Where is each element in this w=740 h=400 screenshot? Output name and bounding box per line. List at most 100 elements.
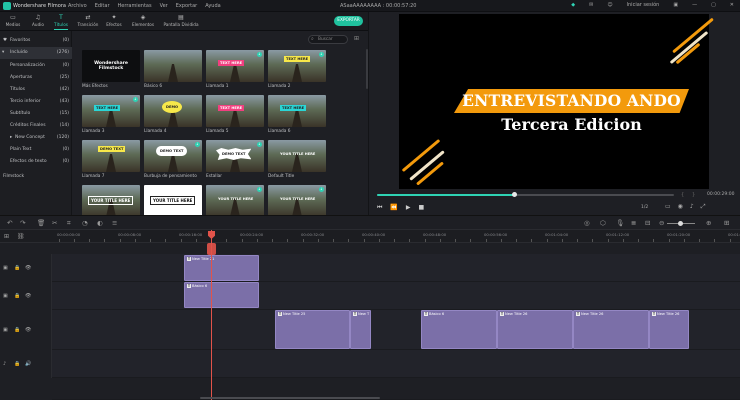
color-icon[interactable]: ◐: [97, 219, 103, 227]
render-quality[interactable]: 1/2: [641, 205, 648, 210]
mark-in-icon[interactable]: {: [681, 192, 684, 198]
timeline-clip[interactable]: T New Title 21: [184, 255, 259, 281]
title-thumb-title[interactable]: YOUR TITLE HERE ↓: [268, 185, 326, 217]
download-icon[interactable]: ↓: [319, 187, 324, 192]
timeline-scrollbar[interactable]: [200, 397, 380, 399]
play-icon[interactable]: ▶: [406, 204, 411, 212]
login-link[interactable]: Iniciar sesión: [627, 2, 660, 8]
tab-elementos[interactable]: ◈ Elementos: [130, 13, 156, 30]
audio-mixer-icon[interactable]: ≡: [112, 219, 117, 227]
step-back-icon[interactable]: ⏪: [390, 204, 397, 212]
sidebar-item-filmstock[interactable]: Filmstock: [0, 171, 72, 183]
playback-progress-bar[interactable]: [377, 192, 674, 197]
stop-icon[interactable]: ■: [419, 204, 425, 212]
undo-icon[interactable]: ↶: [7, 219, 12, 227]
title-thumb-title[interactable]: YOUR TITLE HERE ↓: [206, 185, 264, 217]
sidebar-item-tercio-inferior[interactable]: Tercio inferior (43): [0, 96, 72, 108]
download-icon[interactable]: ↓: [257, 187, 262, 192]
grid-view-icon[interactable]: ⊞: [354, 35, 359, 42]
download-icon[interactable]: ↓: [319, 52, 324, 57]
eye-icon[interactable]: 👁: [25, 265, 31, 271]
minimize-icon[interactable]: —: [692, 2, 697, 8]
close-icon[interactable]: ✕: [730, 2, 734, 8]
cut-icon[interactable]: ✂: [52, 219, 57, 227]
store-icon[interactable]: ▣: [673, 2, 678, 8]
title-thumb-mas-efectos[interactable]: Wondershare Filmstock Más Efectos: [82, 50, 140, 89]
notification-icon[interactable]: ✉: [589, 2, 593, 8]
sidebar-item-titulos[interactable]: Títulos (42): [0, 84, 72, 96]
progress-handle[interactable]: [511, 192, 517, 197]
title-thumb-title[interactable]: YOUR TITLE HERE: [82, 185, 140, 217]
menu-ayuda[interactable]: Ayuda: [205, 3, 220, 9]
voiceover-icon[interactable]: ≣: [631, 219, 636, 227]
sidebar-item-efectos-de-texto[interactable]: Efectos de texto (0): [0, 156, 72, 168]
filmora-icon[interactable]: ◆: [571, 2, 575, 8]
add-track-icon[interactable]: ⊞: [4, 233, 9, 240]
title-thumb-llamada-6[interactable]: TEXT HERE Llamada 6: [268, 95, 326, 134]
menu-editar[interactable]: Editar: [95, 3, 110, 9]
previous-frame-icon[interactable]: ⏮: [377, 204, 382, 212]
microphone-icon[interactable]: 🎙: [616, 219, 624, 227]
marker-icon[interactable]: ⬡: [600, 219, 606, 227]
sidebar-item-creditos-finales[interactable]: Créditos Finales (14): [0, 120, 72, 132]
sidebar-item-aperturas[interactable]: Aperturas (25): [0, 72, 72, 84]
sidebar-item-plain-text[interactable]: Plain Text (0): [0, 144, 72, 156]
timeline-clip[interactable]: T Básico 6: [421, 310, 497, 349]
snap-icon[interactable]: ⊟: [645, 219, 650, 227]
title-thumb-estallar[interactable]: DEMO TEXT ↓ Estallar: [206, 140, 264, 179]
title-line-1[interactable]: ENTREVISTANDO ANDO: [454, 91, 689, 110]
menu-herramientas[interactable]: Herramientas: [118, 3, 152, 9]
timeline-clip[interactable]: T New Title 26: [573, 310, 649, 349]
sidebar-item-personalizacion[interactable]: Personalización (0): [0, 60, 72, 72]
mark-out-icon[interactable]: }: [692, 192, 695, 198]
tab-medios[interactable]: ▭ Medios: [3, 13, 23, 30]
title-thumb-llamada-5[interactable]: TEXT HERE Llamada 5: [206, 95, 264, 134]
download-icon[interactable]: ↓: [257, 142, 262, 147]
lock-icon[interactable]: 🔒: [14, 361, 20, 367]
zoom-in-icon[interactable]: ⊕: [706, 219, 711, 227]
timeline-ruler[interactable]: ⊞ ⛓ 00:00:00:00 00:00:08:00 00:00:16:00 00:…: [0, 230, 740, 243]
download-icon[interactable]: ↓: [257, 52, 262, 57]
timeline-settings-icon[interactable]: ⊞: [724, 219, 729, 227]
playhead[interactable]: [211, 230, 212, 400]
menu-exportar[interactable]: Exportar: [176, 3, 198, 9]
timeline-clip[interactable]: T New Title 26: [497, 310, 573, 349]
sidebar-item-subtitulo[interactable]: Subtítulo (15): [0, 108, 72, 120]
eye-icon[interactable]: 👁: [25, 327, 31, 333]
tab-efectos[interactable]: ✦ Efectos: [104, 13, 124, 30]
title-thumb-basico-6[interactable]: Básico 6: [144, 50, 202, 89]
redo-icon[interactable]: ↷: [20, 219, 25, 227]
download-icon[interactable]: ↓: [195, 142, 200, 147]
title-thumb-llamada-1[interactable]: TEXT HERE ↓ Llamada 1: [206, 50, 264, 89]
tab-pantalla-dividida[interactable]: ▤ Pantalla Dividida: [161, 13, 201, 30]
tab-transicion[interactable]: ⇄ Transición: [76, 13, 100, 30]
title-thumb-default-title[interactable]: YOUR TITLE HERE Default Title: [268, 140, 326, 179]
lock-icon[interactable]: 🔒: [14, 293, 20, 299]
title-thumb-title[interactable]: YOUR TITLE HERE: [144, 185, 202, 217]
timeline-clip[interactable]: T New Title 25: [275, 310, 350, 349]
eye-icon[interactable]: 👁: [25, 293, 31, 299]
title-thumb-llamada-4[interactable]: DEMO Llamada 4: [144, 95, 202, 134]
link-icon[interactable]: ⛓: [17, 233, 25, 240]
user-icon[interactable]: ☺: [607, 2, 612, 8]
render-icon[interactable]: ◎: [584, 219, 590, 227]
crop-icon[interactable]: ⌗: [67, 219, 71, 228]
tab-audio[interactable]: ♫ Audio: [28, 13, 48, 30]
zoom-slider-handle[interactable]: [678, 221, 683, 226]
title-thumb-llamada-3[interactable]: TEXT HERE ↓ Llamada 3: [82, 95, 140, 134]
title-thumb-burbuja-de-pensamiento[interactable]: DEMO TEXT ↓ Burbuja de pensamiento: [144, 140, 202, 179]
title-thumb-llamada-2[interactable]: TEXT HERE ↓ Llamada 2: [268, 50, 326, 89]
monitor-icon[interactable]: ▭: [665, 203, 671, 211]
export-button[interactable]: EXPORTAR: [334, 16, 363, 26]
sidebar-item-new-concept[interactable]: ▸ New Concept (120): [0, 132, 72, 144]
speed-icon[interactable]: ◔: [82, 219, 88, 227]
menu-archivo[interactable]: Archivo: [68, 3, 87, 9]
delete-icon[interactable]: 🗑: [37, 219, 45, 227]
volume-icon[interactable]: ♪: [690, 203, 694, 211]
playhead-marker[interactable]: [207, 243, 216, 255]
tab-titulos[interactable]: T Títulos: [51, 13, 71, 30]
fullscreen-icon[interactable]: ⤢: [701, 203, 706, 211]
snapshot-icon[interactable]: ◉: [678, 203, 683, 211]
lock-icon[interactable]: 🔒: [14, 327, 20, 333]
search-input[interactable]: ⌕ Buscar: [308, 35, 348, 44]
